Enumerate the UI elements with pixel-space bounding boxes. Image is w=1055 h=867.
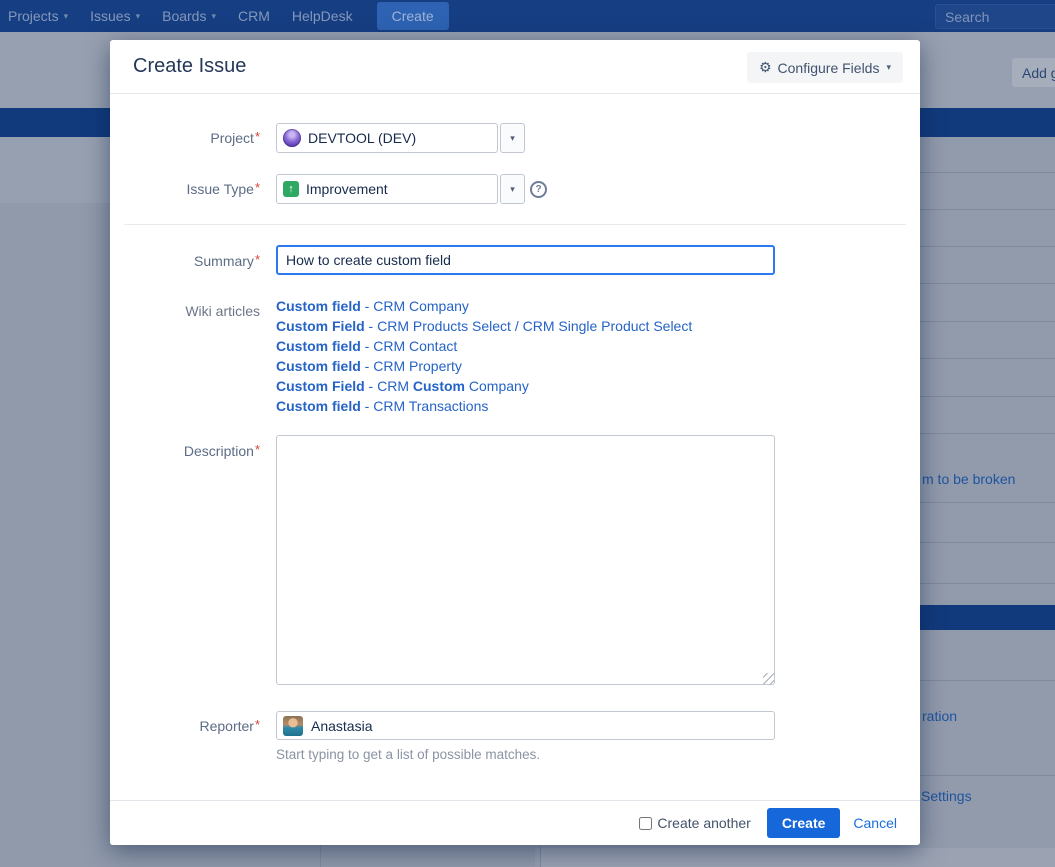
chevron-down-icon	[211, 11, 216, 22]
wiki-article-link[interactable]: Custom field - CRM Contact	[276, 336, 856, 356]
help-question-icon[interactable]	[530, 181, 547, 198]
nav-item-label: Issues	[90, 8, 130, 24]
nav-item-label: Projects	[8, 8, 59, 24]
nav-item-projects[interactable]: Projects	[8, 8, 68, 24]
configure-fields-label: Configure Fields	[778, 60, 880, 76]
summary-label: Summary	[110, 253, 260, 269]
dialog-header: Create Issue Configure Fields	[110, 40, 920, 94]
issue-type-select[interactable]: Improvement	[276, 174, 498, 204]
required-indicator	[255, 129, 260, 144]
wiki-article-link[interactable]: Custom field - CRM Property	[276, 356, 856, 376]
nav-create-button[interactable]: Create	[377, 2, 449, 30]
cancel-link[interactable]: Cancel	[853, 815, 897, 831]
chevron-down-icon	[136, 11, 141, 22]
nav-item-issues[interactable]: Issues	[90, 8, 140, 24]
wiki-article-link[interactable]: Custom field - CRM Transactions	[276, 396, 856, 416]
create-issue-dialog: Create Issue Configure Fields Project DE…	[110, 40, 920, 845]
section-divider	[124, 224, 906, 225]
required-indicator	[255, 717, 260, 732]
nav-item-label: CRM	[238, 8, 270, 24]
chevron-down-icon	[886, 62, 891, 73]
description-label: Description	[110, 443, 260, 459]
project-select-value: DEVTOOL (DEV)	[308, 130, 416, 146]
required-indicator	[255, 252, 260, 267]
create-another-checkbox[interactable]	[639, 817, 652, 830]
issue-type-dropdown-button[interactable]	[500, 174, 525, 204]
wiki-articles-label: Wiki articles	[110, 303, 260, 319]
create-another-label[interactable]: Create another	[657, 815, 750, 831]
background-link-broken[interactable]: m to be broken	[922, 471, 1015, 487]
create-button[interactable]: Create	[767, 808, 841, 838]
project-select-dropdown-button[interactable]	[500, 123, 525, 153]
project-select[interactable]: DEVTOOL (DEV)	[276, 123, 498, 153]
description-textarea[interactable]	[276, 435, 775, 685]
wiki-article-link[interactable]: Custom Field - CRM Custom Company	[276, 376, 856, 396]
reporter-value: Anastasia	[311, 718, 372, 734]
search-input[interactable]	[935, 4, 1055, 29]
nav-item-crm[interactable]: CRM	[238, 8, 270, 24]
textarea-resize-handle[interactable]	[763, 673, 774, 684]
chevron-down-icon	[64, 11, 69, 22]
nav-item-helpdesk[interactable]: HelpDesk	[292, 8, 353, 24]
background-column-divider	[320, 845, 321, 867]
background-link-configuration[interactable]: ration	[922, 708, 957, 724]
nav-item-label: HelpDesk	[292, 8, 353, 24]
reporter-field[interactable]: Anastasia	[276, 711, 775, 740]
required-indicator	[255, 442, 260, 457]
background-bottom-gadget	[541, 848, 1055, 867]
dialog-footer: Create another Create Cancel	[110, 800, 920, 845]
required-indicator	[255, 180, 260, 195]
improvement-arrow-icon	[283, 181, 299, 197]
chevron-down-icon	[510, 184, 515, 195]
nav-item-boards[interactable]: Boards	[162, 8, 216, 24]
wiki-article-link[interactable]: Custom Field - CRM Products Select / CRM…	[276, 316, 856, 336]
dialog-title: Create Issue	[133, 55, 246, 78]
configure-fields-button[interactable]: Configure Fields	[747, 52, 903, 83]
chevron-down-icon	[510, 133, 515, 144]
add-gadget-button[interactable]: Add g	[1012, 58, 1055, 87]
summary-input[interactable]	[276, 245, 775, 275]
nav-item-label: Boards	[162, 8, 206, 24]
reporter-label: Reporter	[110, 718, 260, 734]
reporter-help-text: Start typing to get a list of possible m…	[276, 747, 540, 762]
background-link-settings[interactable]: Settings	[921, 788, 972, 804]
issue-type-select-value: Improvement	[306, 181, 388, 197]
reporter-avatar	[283, 716, 303, 736]
project-label: Project	[110, 130, 260, 146]
gear-icon	[759, 60, 772, 76]
project-avatar-icon	[283, 129, 301, 147]
issue-type-label: Issue Type	[110, 181, 260, 197]
top-nav: Projects Issues Boards CRM HelpDesk Crea…	[0, 0, 1055, 32]
wiki-article-link[interactable]: Custom field - CRM Company	[276, 296, 856, 316]
wiki-links: Custom field - CRM CompanyCustom Field -…	[276, 296, 856, 416]
